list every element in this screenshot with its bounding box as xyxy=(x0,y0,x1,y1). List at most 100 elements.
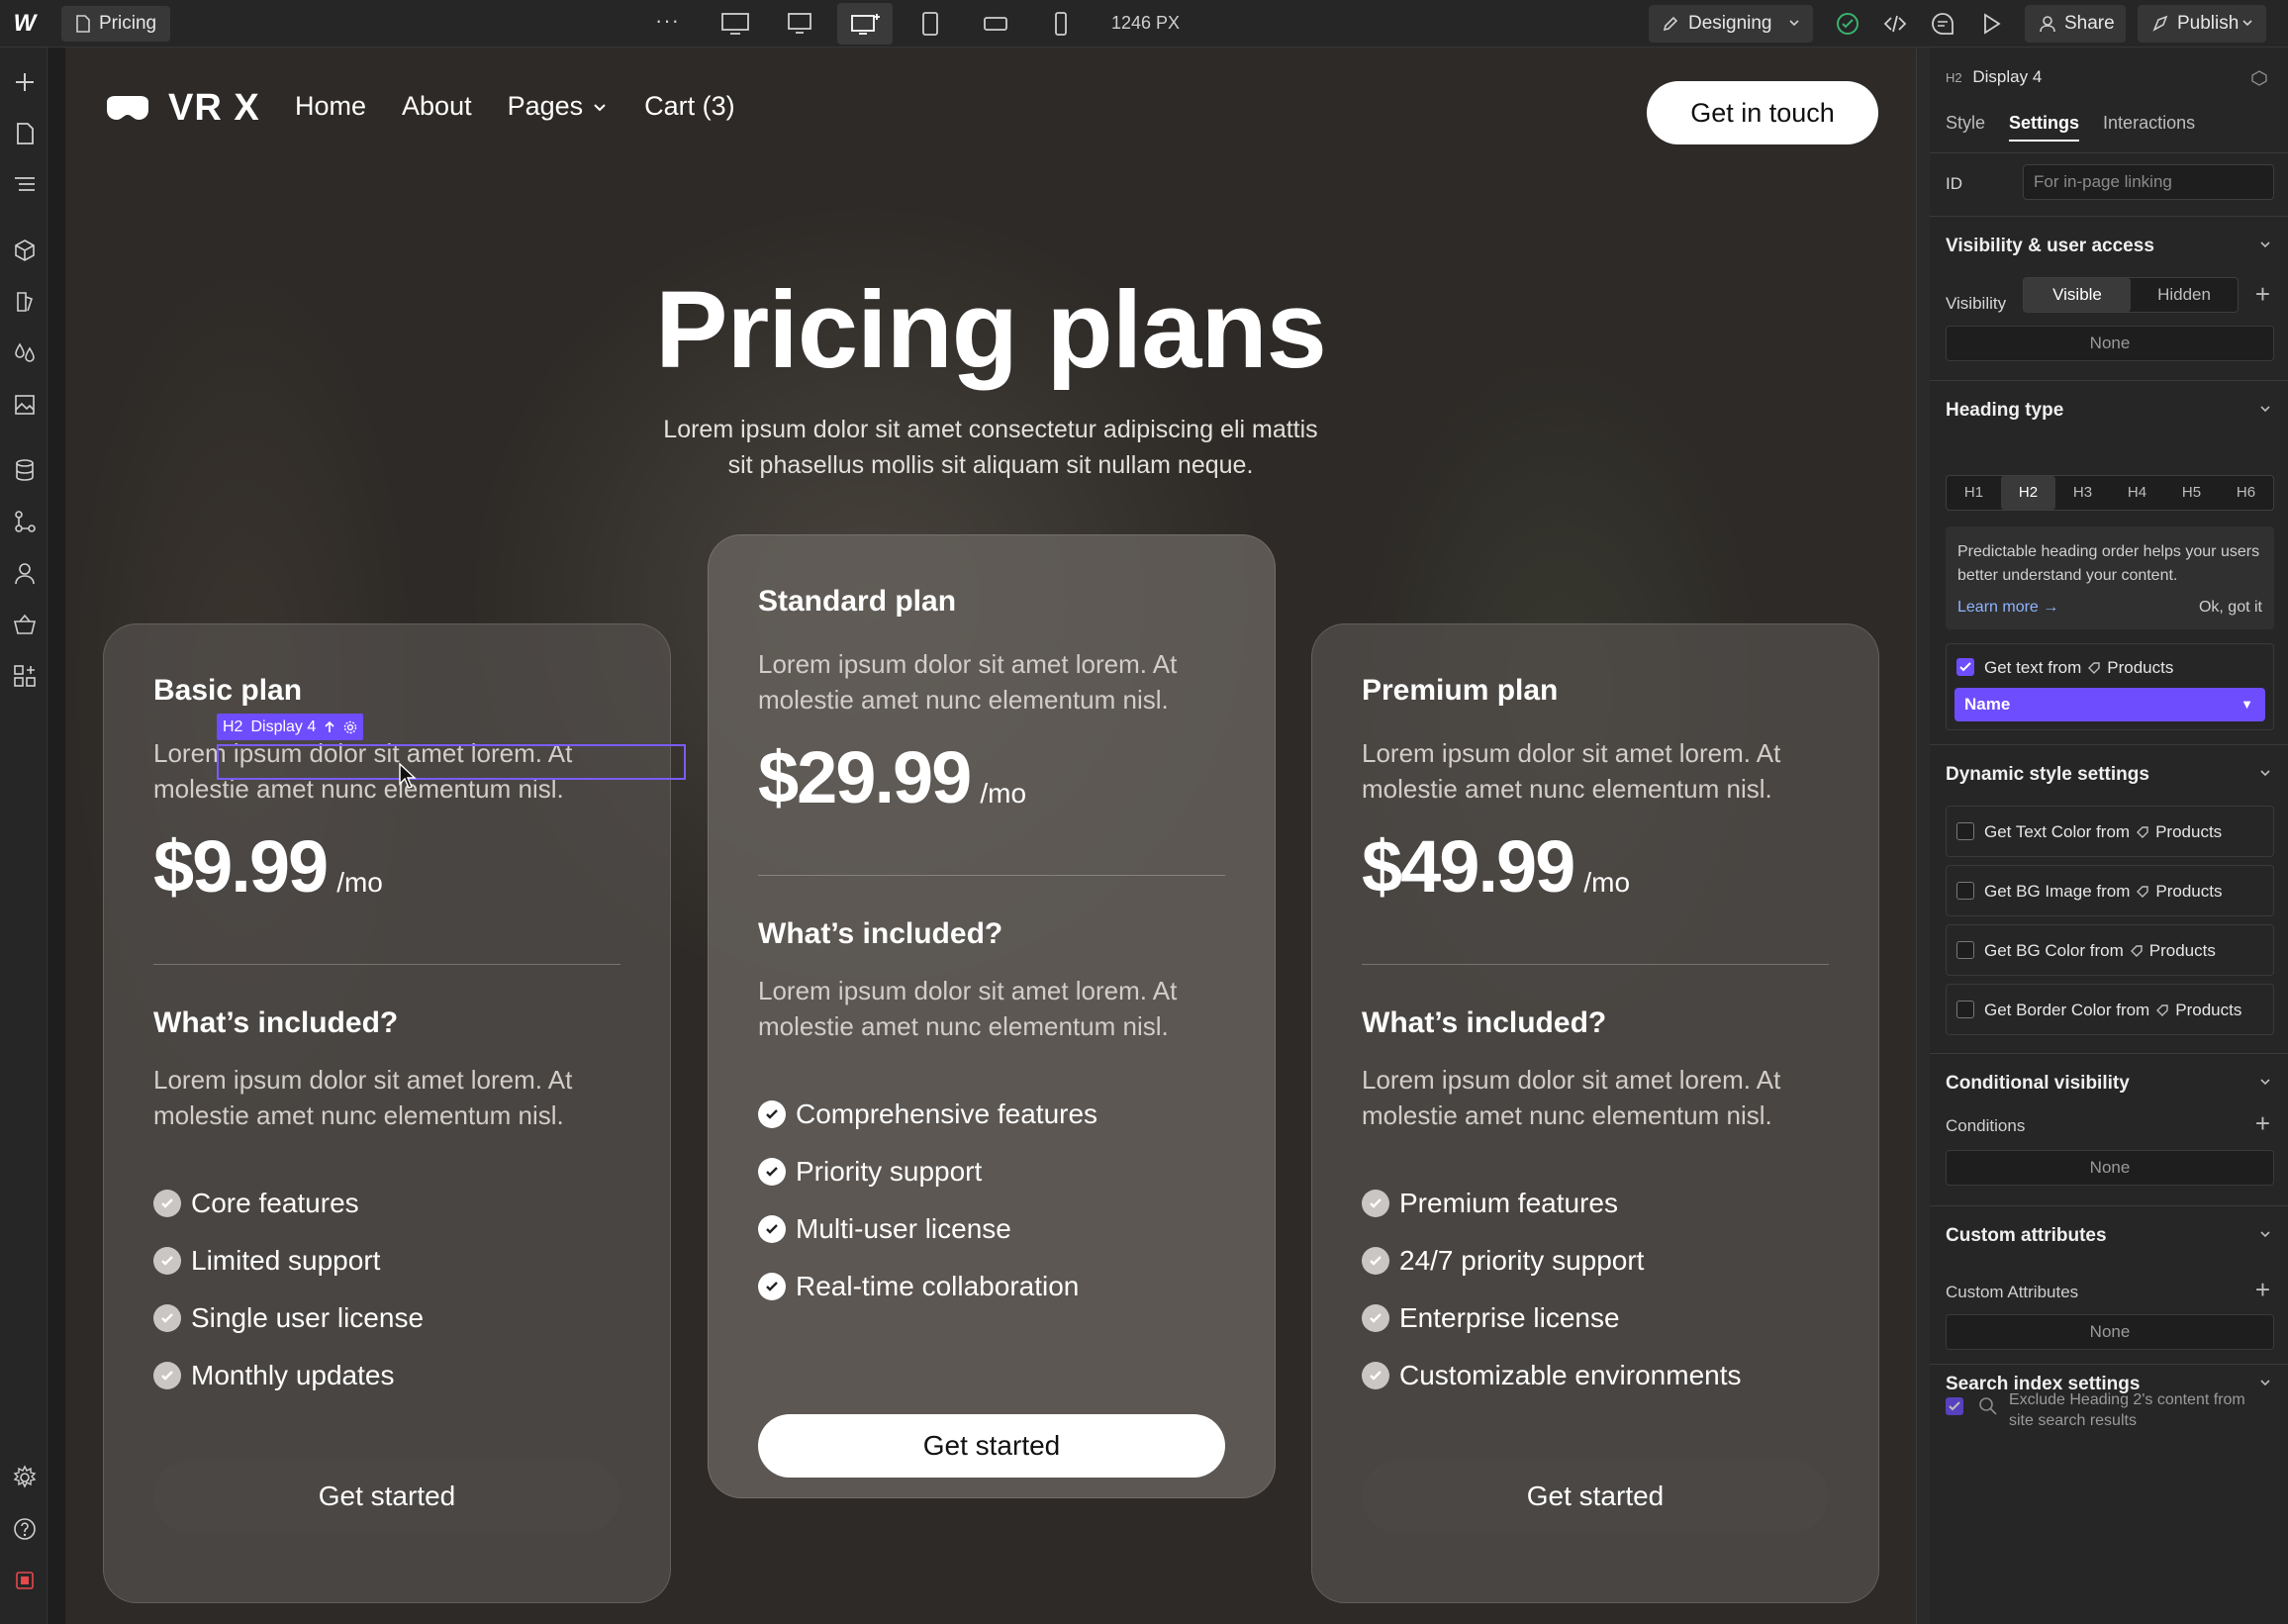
settings-gear-icon[interactable] xyxy=(12,1465,38,1490)
add-condition-icon[interactable]: + xyxy=(2255,1110,2270,1136)
navigator-icon[interactable] xyxy=(12,172,38,198)
pricing-card-premium[interactable]: Premium plan Lorem ipsum dolor sit amet … xyxy=(1311,623,1879,1603)
visibility-hidden-option[interactable]: Hidden xyxy=(2131,278,2238,312)
components-icon[interactable] xyxy=(12,238,38,263)
plan-description[interactable]: Lorem ipsum dolor sit amet lorem. At mol… xyxy=(758,646,1225,717)
chevron-down-icon[interactable] xyxy=(2258,1075,2272,1089)
get-started-button[interactable]: Get started xyxy=(758,1414,1225,1478)
chevron-down-icon[interactable] xyxy=(2258,402,2272,416)
list-item[interactable]: Monthly updates xyxy=(153,1347,620,1404)
chevron-down-icon[interactable] xyxy=(2258,238,2272,251)
dynamic-style-row[interactable]: Get Border Color from Products xyxy=(1946,984,2274,1035)
conditional-visibility-title[interactable]: Conditional visibility xyxy=(1946,1073,2130,1095)
stop-record-icon[interactable] xyxy=(12,1568,38,1593)
nav-cart[interactable]: Cart (3) xyxy=(644,91,735,122)
site-logo[interactable]: VR X xyxy=(103,87,260,130)
element-settings-gear-icon[interactable] xyxy=(343,720,357,734)
tab-settings[interactable]: Settings xyxy=(2009,113,2080,142)
add-icon[interactable] xyxy=(12,69,38,95)
hero-subtitle[interactable]: Lorem ipsum dolor sit amet consectetur a… xyxy=(649,412,1332,483)
canvas-scrollbar[interactable] xyxy=(1916,48,1930,1624)
breakpoint-mobile-landscape-icon[interactable] xyxy=(968,3,1023,45)
nav-pages-dropdown[interactable]: Pages xyxy=(508,91,610,122)
help-icon[interactable] xyxy=(12,1516,38,1542)
list-item[interactable]: Core features xyxy=(153,1175,620,1232)
breakpoint-base-icon[interactable] xyxy=(837,3,893,45)
select-parent-icon[interactable] xyxy=(324,720,335,734)
included-description[interactable]: Lorem ipsum dolor sit amet lorem. At mol… xyxy=(153,1062,620,1133)
price-period[interactable]: /mo xyxy=(980,778,1026,810)
apps-icon[interactable] xyxy=(12,663,38,689)
get-started-button[interactable]: Get started xyxy=(153,1460,620,1533)
code-icon[interactable] xyxy=(1882,11,1908,37)
list-item[interactable]: Single user license xyxy=(153,1290,620,1347)
list-item[interactable]: Multi-user license xyxy=(758,1200,1225,1258)
get-started-button[interactable]: Get started xyxy=(1362,1460,1829,1533)
share-button[interactable]: Share xyxy=(2025,5,2126,43)
publish-button[interactable]: Publish xyxy=(2138,5,2266,43)
included-title[interactable]: What’s included? xyxy=(153,1006,620,1040)
list-item[interactable]: 24/7 priority support xyxy=(1362,1232,1829,1290)
comments-icon[interactable] xyxy=(1930,11,1955,37)
ecommerce-icon[interactable] xyxy=(12,612,38,637)
price-period[interactable]: /mo xyxy=(1583,867,1630,899)
dynamic-style-checkbox[interactable] xyxy=(1956,882,1974,900)
ok-got-it-button[interactable]: Ok, got it xyxy=(2199,596,2262,620)
included-title[interactable]: What’s included? xyxy=(758,917,1225,951)
get-in-touch-button[interactable]: Get in touch xyxy=(1647,81,1878,144)
visibility-section-title[interactable]: Visibility & user access xyxy=(1946,236,2154,257)
dynamic-style-checkbox[interactable] xyxy=(1956,941,1974,959)
assets-icon[interactable] xyxy=(12,392,38,418)
cms-icon[interactable] xyxy=(12,457,38,483)
pricing-card-standard[interactable]: Standard plan Lorem ipsum dolor sit amet… xyxy=(708,534,1276,1498)
tab-interactions[interactable]: Interactions xyxy=(2103,113,2195,142)
variables-icon[interactable] xyxy=(12,340,38,366)
get-text-checkbox[interactable] xyxy=(1956,658,1974,676)
webflow-logo[interactable]: W xyxy=(8,10,42,38)
heading-type-title[interactable]: Heading type xyxy=(1946,400,2063,422)
selection-label[interactable]: H2 Display 4 xyxy=(217,714,364,740)
learn-more-link[interactable]: Learn more → xyxy=(1957,596,2058,620)
plan-price[interactable]: $29.99 xyxy=(758,735,972,819)
attributes-none-box[interactable]: None xyxy=(1946,1314,2274,1350)
chevron-down-icon[interactable] xyxy=(2258,766,2272,780)
component-icon[interactable] xyxy=(2250,69,2268,87)
custom-attributes-title[interactable]: Custom attributes xyxy=(1946,1225,2107,1247)
page-selector[interactable]: Pricing xyxy=(61,6,171,42)
dynamic-style-checkbox[interactable] xyxy=(1956,822,1974,840)
heading-option-h2[interactable]: H2 xyxy=(2001,476,2055,510)
breakpoint-mobile-portrait-icon[interactable] xyxy=(1033,3,1089,45)
nav-home[interactable]: Home xyxy=(295,91,366,122)
chevron-down-icon[interactable] xyxy=(2258,1227,2272,1241)
id-input[interactable]: For in-page linking xyxy=(2023,164,2274,200)
price-period[interactable]: /mo xyxy=(336,867,383,899)
dynamic-style-title[interactable]: Dynamic style settings xyxy=(1946,764,2149,786)
plan-price[interactable]: $49.99 xyxy=(1362,824,1575,908)
conditions-none-box[interactable]: None xyxy=(1946,1150,2274,1186)
plan-name[interactable]: Basic plan xyxy=(153,674,620,714)
tab-style[interactable]: Style xyxy=(1946,113,1985,142)
list-item[interactable]: Comprehensive features xyxy=(758,1086,1225,1143)
included-description[interactable]: Lorem ipsum dolor sit amet lorem. At mol… xyxy=(758,973,1225,1044)
preview-play-icon[interactable] xyxy=(1978,11,2004,37)
heading-option-h4[interactable]: H4 xyxy=(2110,476,2164,510)
styles-icon[interactable] xyxy=(12,289,38,315)
add-visibility-icon[interactable]: + xyxy=(2255,281,2270,307)
plan-description[interactable]: Lorem ipsum dolor sit amet lorem. At mol… xyxy=(1362,735,1829,807)
breakpoint-large-desktop-icon[interactable] xyxy=(708,3,763,45)
mode-dropdown[interactable]: Designing xyxy=(1649,5,1813,43)
dynamic-style-row[interactable]: Get BG Color from Products xyxy=(1946,924,2274,976)
field-select[interactable]: Name ▼ xyxy=(1954,688,2265,721)
included-title[interactable]: What’s included? xyxy=(1362,1006,1829,1040)
list-item[interactable]: Enterprise license xyxy=(1362,1290,1829,1347)
heading-option-h1[interactable]: H1 xyxy=(1947,476,2001,510)
hero-title[interactable]: Pricing plans xyxy=(65,267,1916,393)
logic-icon[interactable] xyxy=(12,509,38,534)
chevron-down-icon[interactable] xyxy=(2258,1376,2272,1389)
list-item[interactable]: Limited support xyxy=(153,1232,620,1290)
list-item[interactable]: Priority support xyxy=(758,1143,1225,1200)
plan-price[interactable]: $9.99 xyxy=(153,824,329,908)
design-canvas[interactable]: VR X Home About Pages Cart (3) Get in to… xyxy=(65,48,1916,1624)
dynamic-style-checkbox[interactable] xyxy=(1956,1001,1974,1018)
heading-option-h5[interactable]: H5 xyxy=(2164,476,2219,510)
